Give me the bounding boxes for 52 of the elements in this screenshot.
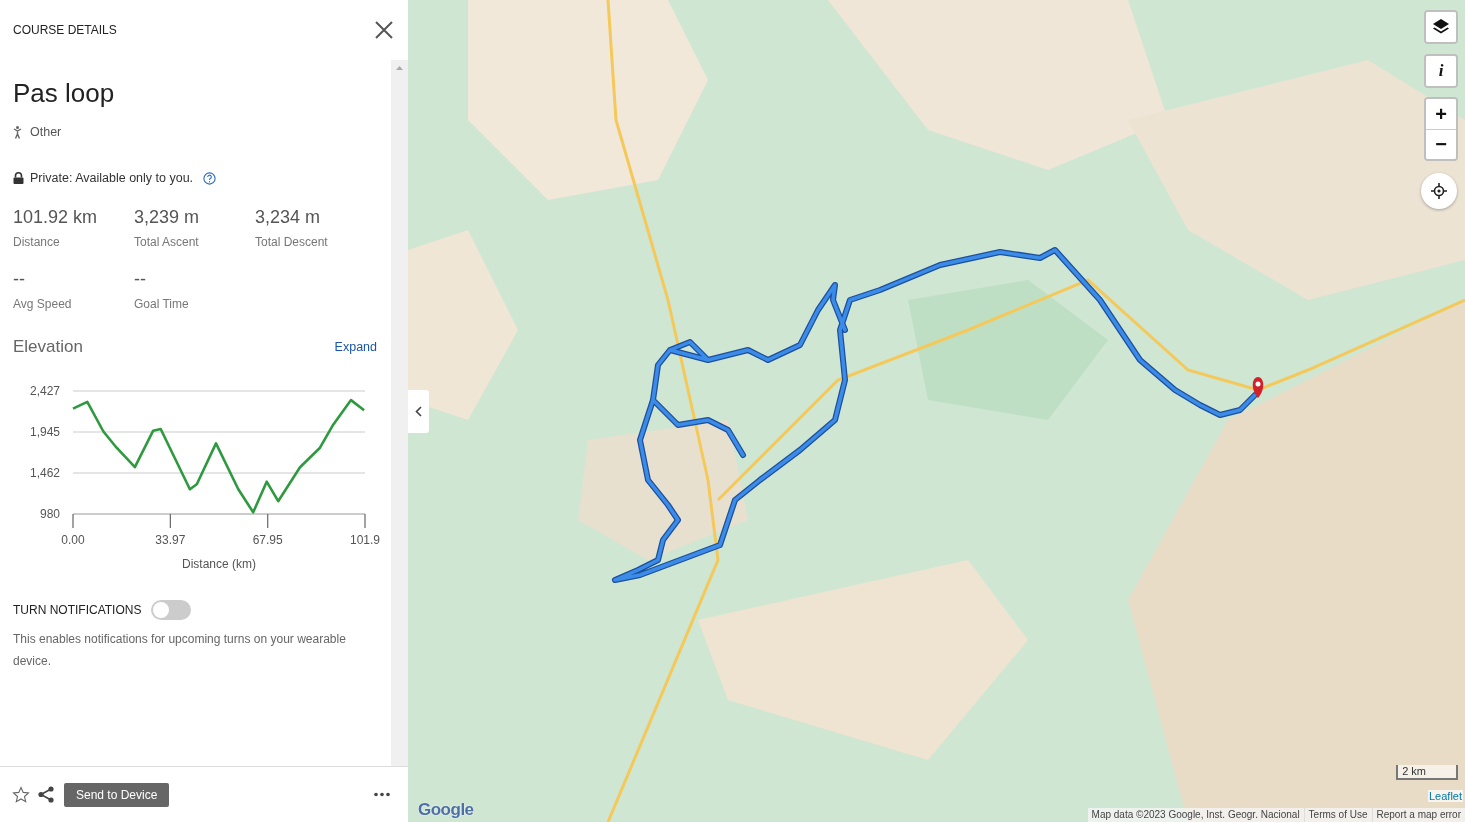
activity-type: Other [30,125,62,139]
expand-link[interactable]: Expand [334,340,377,354]
stat-value: -- [13,269,26,290]
chevron-left-icon [415,406,422,417]
favorite-button[interactable] [12,785,30,804]
scroll-up-icon [396,66,403,70]
collapse-panel-button[interactable] [408,390,429,433]
leaflet-link[interactable]: Leaflet [1427,790,1463,802]
info-button[interactable]: i [1426,56,1456,86]
stat-label: Distance [13,235,61,249]
help-icon[interactable] [203,171,217,185]
close-button[interactable] [374,20,394,40]
stat-label: Goal Time [134,297,190,311]
share-button[interactable] [38,786,54,803]
x-axis-label: Distance (km) [182,557,256,571]
map-attribution: Map data ©2023 Google, Inst. Geogr. Nacional [1090,808,1301,822]
x-tick-label: 0.00 [61,533,85,547]
x-tick-label: 33.97 [155,533,186,547]
y-tick-label: 1,462 [29,466,60,481]
x-tick-label: 67.95 [252,533,283,547]
stat-value: 3,239 m [134,207,201,228]
notifications-toggle[interactable] [151,600,192,620]
x-tick-label: 101.9 [350,533,380,547]
terms-link[interactable]: Terms of Use [1303,808,1372,822]
stat-label: Total Descent [255,235,329,249]
person-icon [13,125,22,139]
course-title: Pas loop [13,78,116,109]
privacy-text: Private: Available only to you. [30,171,194,185]
stat-label: Avg Speed [13,297,73,311]
lock-icon [13,172,24,184]
turn-notifications-label: TURN NOTIFICATIONS [13,603,142,617]
zoom-out-button[interactable]: − [1426,129,1456,159]
stat-value: 101.92 km [13,207,99,228]
stat-label: Total Ascent [134,235,200,249]
google-logo: Google [418,800,474,820]
panel-header: COURSE DETAILS [13,23,117,37]
y-tick-label: 1,945 [29,424,60,439]
map-scale: 2 km [1396,765,1458,780]
locate-icon [1431,183,1447,199]
y-tick-label: 980 [39,507,60,521]
y-tick-label: 2,427 [29,384,60,398]
elevation-heading: Elevation [13,337,83,357]
layers-button[interactable] [1426,12,1456,42]
notifications-description: This enables notifications for upcoming turns on your wearable device. [13,631,347,670]
report-error-link[interactable]: Report a map error [1371,808,1465,822]
map-pin-icon [1252,377,1264,398]
stat-value: -- [134,269,147,290]
scrollbar[interactable] [391,60,408,766]
send-to-device-button[interactable]: Send to Device [64,782,170,807]
more-button[interactable] [374,792,390,797]
stat-value: 3,234 m [255,207,322,228]
layers-icon [1432,18,1450,36]
